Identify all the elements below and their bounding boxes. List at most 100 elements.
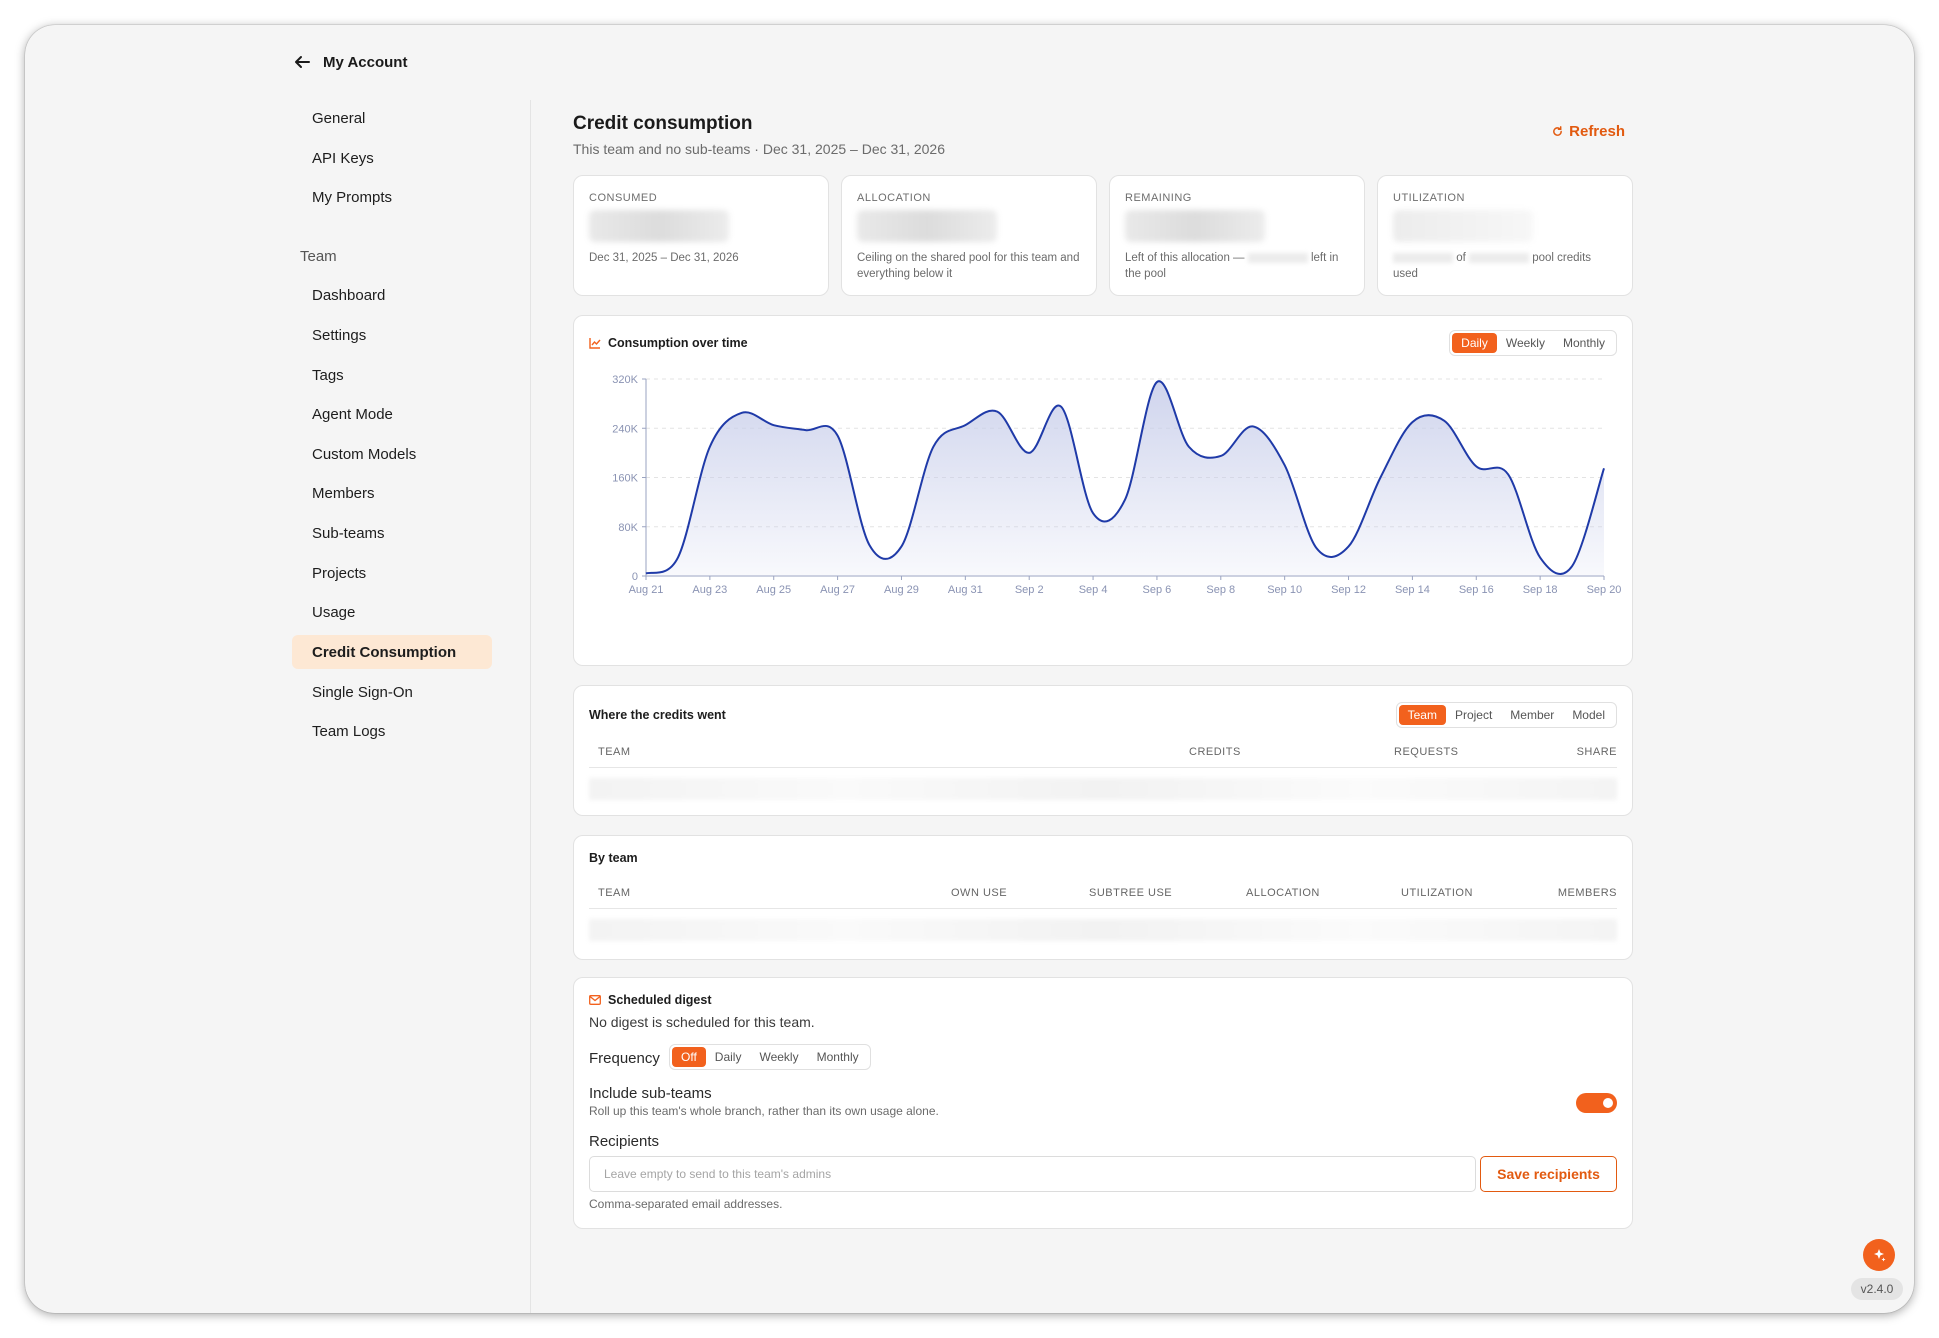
data-point[interactable]	[1247, 420, 1259, 432]
sidebar-item-agent-mode[interactable]: Agent Mode	[292, 397, 492, 431]
sidebar-item-settings[interactable]: Settings	[292, 318, 492, 352]
data-point[interactable]	[1023, 447, 1035, 459]
by-team-table-header: TEAM OWN USE SUBTREE USE ALLOCATION UTIL…	[589, 887, 1617, 909]
stat-value-redacted	[1393, 210, 1533, 242]
column-header-team[interactable]: TEAM	[598, 887, 631, 899]
data-point[interactable]	[704, 441, 716, 453]
x-tick-label: Sep 10	[1267, 584, 1302, 596]
data-point[interactable]	[959, 419, 971, 431]
data-point[interactable]	[1343, 540, 1355, 552]
sidebar-item-my-prompts[interactable]: My Prompts	[292, 180, 492, 214]
refresh-icon	[1553, 126, 1563, 136]
sidebar-item-credit-consumption[interactable]: Credit Consumption	[292, 635, 492, 669]
data-point[interactable]	[1119, 494, 1131, 506]
data-point[interactable]	[895, 540, 907, 552]
data-point[interactable]	[1151, 376, 1163, 388]
data-point[interactable]	[1502, 468, 1514, 480]
column-header-share[interactable]: SHARE	[1577, 746, 1617, 758]
column-header-subtree-use[interactable]: SUBTREE USE	[1089, 887, 1172, 899]
column-header-utilization[interactable]: UTILIZATION	[1401, 887, 1473, 899]
data-point[interactable]	[1470, 460, 1482, 472]
data-point[interactable]	[1374, 472, 1386, 484]
data-point[interactable]	[1598, 462, 1610, 474]
back-to-account-link[interactable]: My Account	[293, 53, 407, 71]
data-point[interactable]	[832, 430, 844, 442]
x-tick-label: Aug 25	[756, 584, 791, 596]
data-point[interactable]	[1311, 542, 1323, 554]
sidebar-item-single-sign-on[interactable]: Single Sign-On	[292, 675, 492, 709]
data-point[interactable]	[1183, 441, 1195, 453]
data-point[interactable]	[1438, 415, 1450, 427]
column-header-credits[interactable]: CREDITS	[1189, 746, 1241, 758]
data-point[interactable]	[736, 407, 748, 419]
sidebar-item-dashboard[interactable]: Dashboard	[292, 278, 492, 312]
assistant-button[interactable]	[1863, 1239, 1895, 1271]
data-point[interactable]	[991, 406, 1003, 418]
granularity-option-daily[interactable]: Daily	[1452, 333, 1497, 353]
sidebar-item-custom-models[interactable]: Custom Models	[292, 437, 492, 471]
recipients-help: Comma-separated email addresses.	[589, 1197, 783, 1211]
stat-label: UTILIZATION	[1393, 192, 1465, 204]
stat-note-part: Left of this allocation —	[1125, 252, 1245, 264]
frequency-toggle: Off Daily Weekly Monthly	[669, 1044, 871, 1070]
data-point[interactable]	[672, 552, 684, 564]
table-row-redacted	[589, 919, 1617, 941]
recipients-input[interactable]	[589, 1156, 1476, 1192]
data-point[interactable]	[1406, 416, 1418, 428]
frequency-option-weekly[interactable]: Weekly	[750, 1047, 807, 1067]
data-point[interactable]	[927, 441, 939, 453]
x-tick-label: Aug 29	[884, 584, 919, 596]
credits-table-header: TEAM CREDITS REQUESTS SHARE	[589, 746, 1617, 768]
consumption-chart: 0 80K 160K 240K 320K Aug 21 Aug 23 Aug 25 Aug 27…	[612, 374, 1621, 596]
x-tick-label: Sep 16	[1459, 584, 1494, 596]
refresh-button[interactable]: Refresh	[1552, 123, 1625, 140]
breakdown-option-team[interactable]: Team	[1398, 705, 1446, 725]
data-point[interactable]	[768, 419, 780, 431]
sidebar-item-members[interactable]: Members	[292, 476, 492, 510]
include-sub-teams-desc: Roll up this team's whole branch, rather…	[589, 1104, 939, 1118]
back-label: My Account	[323, 53, 408, 71]
sidebar: My Account General API Keys My Prompts T…	[25, 25, 530, 1313]
data-point[interactable]	[800, 424, 812, 436]
data-point[interactable]	[1055, 401, 1067, 413]
page-subtitle: This team and no sub-teams · Dec 31, 202…	[573, 141, 945, 157]
frequency-option-off[interactable]: Off	[672, 1047, 706, 1067]
version-badge: v2.4.0	[1851, 1278, 1903, 1300]
digest-title: Scheduled digest	[608, 993, 712, 1007]
granularity-option-monthly[interactable]: Monthly	[1554, 333, 1614, 353]
data-point[interactable]	[1087, 507, 1099, 519]
column-header-own-use[interactable]: OWN USE	[951, 887, 1007, 899]
sidebar-item-general[interactable]: General	[292, 101, 492, 135]
stat-value-redacted	[857, 210, 997, 242]
column-header-team[interactable]: TEAM	[598, 746, 631, 758]
breakdown-option-model[interactable]: Model	[1563, 705, 1614, 725]
column-header-requests[interactable]: REQUESTS	[1394, 746, 1459, 758]
sidebar-item-team-logs[interactable]: Team Logs	[292, 714, 492, 748]
breakdown-option-project[interactable]: Project	[1446, 705, 1501, 725]
frequency-option-monthly[interactable]: Monthly	[808, 1047, 868, 1067]
redacted-value	[1469, 252, 1529, 263]
credits-breakdown-card: Where the credits went Team Project Memb…	[573, 685, 1633, 816]
data-point[interactable]	[1215, 450, 1227, 462]
sidebar-item-sub-teams[interactable]: Sub-teams	[292, 516, 492, 550]
by-team-title: By team	[589, 851, 638, 865]
sidebar-item-tags[interactable]: Tags	[292, 358, 492, 392]
include-sub-teams-toggle[interactable]	[1576, 1093, 1617, 1113]
sidebar-item-projects[interactable]: Projects	[292, 556, 492, 590]
granularity-option-weekly[interactable]: Weekly	[1497, 333, 1554, 353]
column-header-members[interactable]: MEMBERS	[1558, 887, 1617, 899]
breakdown-option-member[interactable]: Member	[1501, 705, 1563, 725]
data-point[interactable]	[1279, 459, 1291, 471]
x-tick-label: Aug 23	[692, 584, 727, 596]
data-point[interactable]	[1566, 560, 1578, 572]
x-tick-label: Aug 21	[629, 584, 664, 596]
data-point[interactable]	[1534, 552, 1546, 564]
data-point[interactable]	[640, 568, 652, 580]
column-header-allocation[interactable]: ALLOCATION	[1246, 887, 1320, 899]
data-point[interactable]	[864, 539, 876, 551]
sidebar-item-api-keys[interactable]: API Keys	[292, 141, 492, 175]
sparkle-icon	[1874, 1249, 1886, 1262]
save-recipients-button[interactable]: Save recipients	[1480, 1156, 1617, 1192]
frequency-option-daily[interactable]: Daily	[706, 1047, 751, 1067]
sidebar-item-usage[interactable]: Usage	[292, 595, 492, 629]
